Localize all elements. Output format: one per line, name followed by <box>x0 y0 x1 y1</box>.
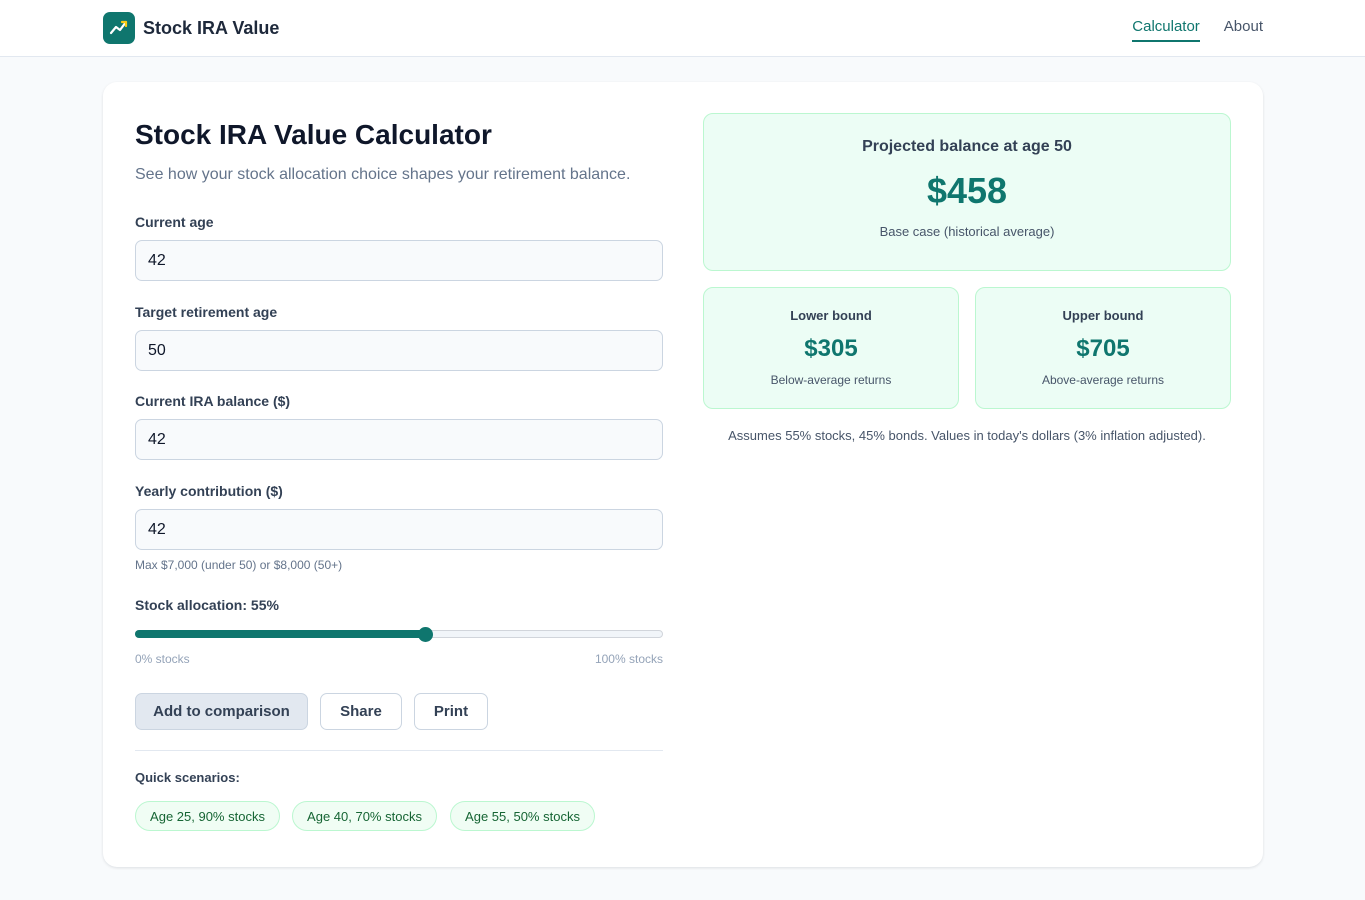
print-button[interactable]: Print <box>414 693 488 730</box>
lower-bound-title: Lower bound <box>790 308 872 323</box>
projected-balance-title: Projected balance at age 50 <box>862 138 1072 155</box>
trending-up-icon <box>103 12 135 44</box>
current-age-label: Current age <box>135 214 214 230</box>
target-age-group: Target retirement age <box>135 304 663 371</box>
assumption-note: Assumes 55% stocks, 45% bonds. Values in… <box>728 428 1206 443</box>
page-subtitle: See how your stock allocation choice sha… <box>135 165 631 183</box>
contribution-input[interactable] <box>135 509 663 550</box>
upper-bound-title: Upper bound <box>1062 308 1144 323</box>
balance-label: Current IRA balance ($) <box>135 393 291 409</box>
upper-bound-card: Upper bound $705 Above-average returns <box>975 287 1231 409</box>
lower-bound-card: Lower bound $305 Below-average returns <box>703 287 959 409</box>
current-age-group: Current age <box>135 214 663 281</box>
current-age-input[interactable] <box>135 240 663 281</box>
target-age-input[interactable] <box>135 330 663 371</box>
quick-scenarios-label: Quick scenarios: <box>135 770 240 785</box>
allocation-slider-fill <box>135 630 425 638</box>
scenario-chip-age-25[interactable]: Age 25, 90% stocks <box>135 801 280 831</box>
target-age-label: Target retirement age <box>135 304 278 320</box>
upper-bound-value: $705 <box>1076 335 1130 362</box>
brand[interactable]: Stock IRA Value <box>103 12 279 44</box>
contribution-hint: Max $7,000 (under 50) or $8,000 (50+) <box>135 558 343 572</box>
allocation-min-label: 0% stocks <box>135 652 190 666</box>
projected-balance-value: $458 <box>926 170 1008 211</box>
contribution-group: Yearly contribution ($) Max $7,000 (unde… <box>135 483 663 572</box>
allocation-label: Stock allocation: 55% <box>135 597 279 613</box>
upper-bound-note: Above-average returns <box>1041 373 1165 387</box>
allocation-slider-thumb[interactable] <box>418 627 434 642</box>
nav-calculator[interactable]: Calculator <box>1132 18 1200 42</box>
scenario-chip-age-55[interactable]: Age 55, 50% stocks <box>450 801 595 831</box>
calculator-card: Stock IRA Value Calculator See how your … <box>103 82 1263 867</box>
allocation-slider[interactable] <box>135 627 663 642</box>
top-navigation-bar: Stock IRA Value Calculator About <box>0 0 1365 57</box>
projected-balance-card: Projected balance at age 50 $458 Base ca… <box>703 113 1231 271</box>
calculator-form: Stock IRA Value Calculator See how your … <box>135 118 663 831</box>
section-divider <box>135 750 663 751</box>
page-title: Stock IRA Value Calculator <box>135 119 492 150</box>
nav-about[interactable]: About <box>1224 18 1263 42</box>
lower-bound-value: $305 <box>804 335 858 362</box>
brand-name: Stock IRA Value <box>143 17 280 38</box>
balance-group: Current IRA balance ($) <box>135 393 663 460</box>
main-nav: Calculator About <box>1132 18 1263 42</box>
projected-balance-note: Base case (historical average) <box>879 224 1055 239</box>
lower-bound-note: Below-average returns <box>770 373 892 387</box>
add-to-comparison-button[interactable]: Add to comparison <box>135 693 308 730</box>
contribution-label: Yearly contribution ($) <box>135 483 283 499</box>
balance-input[interactable] <box>135 419 663 460</box>
scenario-chip-age-40[interactable]: Age 40, 70% stocks <box>292 801 437 831</box>
share-button[interactable]: Share <box>320 693 402 730</box>
allocation-max-label: 100% stocks <box>594 652 663 666</box>
